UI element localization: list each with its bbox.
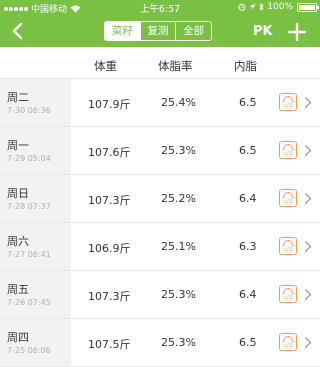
status-right: 100% [238,2,319,12]
row-weekday: 周一 [7,139,29,152]
row-datetime: 7-25 06:06 [7,346,51,355]
top-bar: 中国移动 上午6:57 100% 菜籽 复测 全部 PK [0,0,320,47]
row-body-fat: 25.3% [161,144,196,157]
row-visceral-fat: 6.4 [239,288,257,301]
chevron-right-icon[interactable] [304,288,312,301]
row-visceral-fat: 6.4 [239,192,257,205]
row-day-cell: 周二 7-30 06:36 [0,79,71,126]
segment-fuce[interactable]: 复测 [139,22,176,40]
row-body-fat: 25.3% [161,288,196,301]
row-datetime: 7-29 05:04 [7,154,51,163]
header-body-fat: 体脂率 [158,59,193,73]
battery-percent: 100% [267,2,293,12]
table-row[interactable]: 周五 7-26 07:45 107.3斤 25.3% 6.4 LUTE [0,271,320,319]
row-day-cell: 周四 7-25 06:06 [0,319,71,366]
chevron-right-icon[interactable] [304,144,312,157]
report-icon[interactable]: LUTE [279,237,297,255]
row-day-cell: 周一 7-29 05:04 [0,127,71,174]
report-icon[interactable]: LUTE [279,141,297,159]
row-weight: 107.6斤 [88,146,131,159]
row-visceral-fat: 6.5 [239,144,257,157]
row-visceral-fat: 6.5 [239,336,257,349]
row-weight: 107.3斤 [88,290,131,303]
battery-icon [297,2,319,12]
pk-button[interactable]: PK [253,24,273,39]
row-weight: 107.9斤 [88,98,131,111]
header-weight: 体重 [94,59,117,73]
chevron-right-icon[interactable] [304,192,312,205]
add-icon[interactable] [287,22,307,42]
row-weight: 107.3斤 [88,194,131,207]
segment-caizi[interactable]: 菜籽 [105,22,140,40]
table-row[interactable]: 周二 7-30 06:36 107.9斤 25.4% 6.5 LUTE [0,79,320,127]
row-weekday: 周日 [7,187,29,200]
row-body-fat: 25.3% [161,336,196,349]
report-icon[interactable]: LUTE [279,333,297,351]
report-icon[interactable]: LUTE [279,285,297,303]
segment-quanbu[interactable]: 全部 [175,22,211,40]
chevron-right-icon[interactable] [304,336,312,349]
table-row[interactable]: 周一 7-29 05:04 107.6斤 25.3% 6.5 LUTE [0,127,320,175]
row-datetime: 7-30 06:36 [7,106,51,115]
row-visceral-fat: 6.3 [239,240,257,253]
row-weekday: 周四 [7,331,29,344]
row-body-fat: 25.1% [161,240,196,253]
row-day-cell: 周五 7-26 07:45 [0,271,71,318]
row-weekday: 周二 [7,91,29,104]
header-visceral-fat: 内脂 [234,59,257,73]
row-day-cell: 周六 7-27 06:41 [0,223,71,270]
chevron-right-icon[interactable] [304,96,312,109]
table-row[interactable]: 周六 7-27 06:41 106.9斤 25.1% 6.3 LUTE [0,223,320,271]
row-weight: 107.5斤 [88,338,131,351]
row-visceral-fat: 6.5 [239,96,257,109]
table-header: 体重 体脂率 内脂 [0,47,320,79]
report-icon[interactable]: LUTE [279,93,297,111]
row-body-fat: 25.4% [161,96,196,109]
chevron-right-icon[interactable] [304,240,312,253]
back-arrow-icon[interactable] [10,21,26,41]
location-icon [249,3,256,10]
row-body-fat: 25.2% [161,192,196,205]
alarm-icon [238,3,246,11]
status-bar: 中国移动 上午6:57 100% [0,0,320,15]
row-datetime: 7-28 07:37 [7,202,51,211]
row-weekday: 周六 [7,235,29,248]
bluetooth-icon [259,3,264,11]
table-row[interactable]: 周日 7-28 07:37 107.3斤 25.2% 6.4 LUTE [0,175,320,223]
table-row[interactable]: 周四 7-25 06:06 107.5斤 25.3% 6.5 LUTE [0,319,320,367]
filter-segmented-control: 菜籽 复测 全部 [104,21,212,41]
row-weight: 106.9斤 [88,242,131,255]
row-datetime: 7-26 07:45 [7,298,51,307]
row-weekday: 周五 [7,283,29,296]
report-icon[interactable]: LUTE [279,189,297,207]
row-day-cell: 周日 7-28 07:37 [0,175,71,222]
row-datetime: 7-27 06:41 [7,250,51,259]
